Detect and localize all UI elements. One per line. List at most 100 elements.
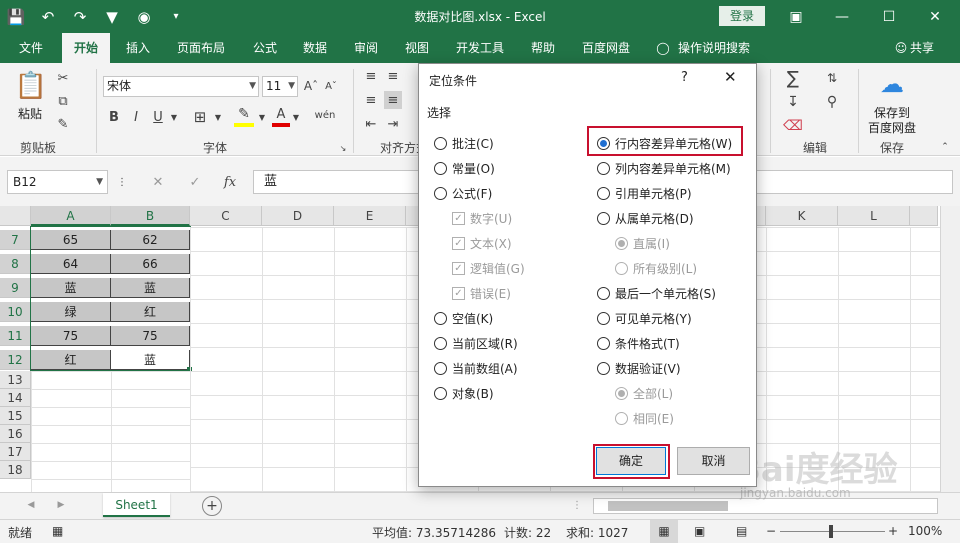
zoom-slider-thumb[interactable]: [829, 525, 833, 538]
row-header[interactable]: 17: [0, 443, 31, 461]
align-middle-icon[interactable]: ≡: [384, 67, 402, 85]
right-option[interactable]: 数据验证(V): [597, 360, 681, 377]
radio-button[interactable]: [434, 362, 447, 375]
radio-button[interactable]: [597, 362, 610, 375]
tab-developer[interactable]: 开发工具: [447, 33, 513, 63]
font-color-button[interactable]: A: [272, 105, 290, 127]
font-size-combo[interactable]: 11 ▼: [262, 76, 298, 97]
radio-button[interactable]: [597, 212, 610, 225]
radio-button[interactable]: [597, 337, 610, 350]
right-option[interactable]: 引用单元格(P): [597, 185, 692, 202]
cell-b9[interactable]: 蓝: [111, 278, 190, 298]
sort-filter-icon[interactable]: ⇅: [820, 67, 844, 89]
chevron-down-icon[interactable]: ▼: [290, 107, 302, 127]
row-header[interactable]: 11: [0, 326, 31, 346]
paste-label[interactable]: 粘贴: [18, 105, 42, 122]
increase-indent-icon[interactable]: ⇥: [384, 115, 402, 133]
help-icon[interactable]: ?: [681, 70, 688, 85]
left-option[interactable]: 空值(K): [434, 310, 493, 327]
page-break-view-icon[interactable]: ▤: [736, 524, 747, 538]
row-header[interactable]: 13: [0, 371, 31, 389]
maximize-icon[interactable]: ☐: [866, 0, 912, 33]
underline-button[interactable]: U: [150, 107, 166, 127]
right-option[interactable]: 从属单元格(D): [597, 210, 694, 227]
row-header[interactable]: 16: [0, 425, 31, 443]
fill-down-icon[interactable]: ↧: [782, 91, 804, 113]
tab-page-layout[interactable]: 页面布局: [168, 33, 234, 63]
cell-b7[interactable]: 62: [111, 230, 190, 250]
column-header[interactable]: B: [111, 206, 190, 226]
column-header[interactable]: L: [838, 206, 910, 226]
cell-a10[interactable]: 绿: [31, 302, 111, 322]
cell-a9[interactable]: 蓝: [31, 278, 111, 298]
cancel-icon[interactable]: ✕: [148, 172, 168, 192]
cell-a7[interactable]: 65: [31, 230, 111, 250]
column-header[interactable]: D: [262, 206, 334, 226]
horizontal-scrollbar[interactable]: [593, 498, 938, 514]
left-option[interactable]: 当前数组(A): [434, 360, 518, 377]
baidu-netdisk-label[interactable]: 百度网盘: [868, 119, 916, 136]
scrollbar-thumb[interactable]: [608, 501, 728, 511]
row-header[interactable]: 14: [0, 389, 31, 407]
select-all-corner[interactable]: [0, 206, 31, 226]
right-option[interactable]: 条件格式(T): [597, 335, 680, 352]
page-layout-view-icon[interactable]: ▣: [694, 524, 705, 538]
tab-home[interactable]: 开始: [62, 33, 110, 63]
share-user-icon[interactable]: ☺: [892, 33, 910, 63]
left-option[interactable]: 批注(C): [434, 135, 494, 152]
login-button[interactable]: 登录: [719, 6, 765, 26]
tab-view[interactable]: 视图: [395, 33, 439, 63]
increase-font-icon[interactable]: Aˆ: [302, 76, 320, 96]
fill-color-icon[interactable]: ✎: [234, 105, 254, 127]
left-option[interactable]: 当前区域(R): [434, 335, 518, 352]
radio-button[interactable]: [434, 337, 447, 350]
align-left-icon[interactable]: ≡: [362, 91, 380, 109]
sheet-tab-sheet1[interactable]: Sheet1: [103, 493, 170, 517]
paste-icon[interactable]: 📋: [15, 69, 47, 103]
italic-button[interactable]: I: [128, 107, 144, 127]
right-option[interactable]: 可见单元格(Y): [597, 310, 692, 327]
left-option[interactable]: 常量(O): [434, 160, 495, 177]
row-header[interactable]: 7: [0, 230, 31, 250]
share-button[interactable]: 共享: [910, 33, 940, 63]
decrease-font-icon[interactable]: Aˇ: [322, 76, 340, 96]
left-option[interactable]: 对象(B): [434, 385, 494, 402]
chevron-down-icon[interactable]: ▼: [256, 107, 268, 127]
tab-data[interactable]: 数据: [293, 33, 337, 63]
enter-icon[interactable]: ✓: [185, 172, 205, 192]
border-icon[interactable]: ⊞: [190, 107, 210, 127]
chevron-down-icon[interactable]: ▼: [168, 107, 180, 127]
cell-b11[interactable]: 75: [111, 326, 190, 346]
radio-button[interactable]: [597, 137, 610, 150]
minimize-icon[interactable]: —: [819, 0, 865, 33]
normal-view-icon[interactable]: ▦: [650, 520, 678, 543]
autosum-icon[interactable]: ∑: [782, 67, 804, 89]
tab-file[interactable]: 文件: [8, 33, 54, 63]
radio-button[interactable]: [434, 162, 447, 175]
column-header[interactable]: A: [31, 206, 111, 226]
right-option[interactable]: 列内容差异单元格(M): [597, 160, 731, 177]
left-option[interactable]: 公式(F): [434, 185, 492, 202]
radio-button[interactable]: [434, 387, 447, 400]
clear-icon[interactable]: ⌫: [782, 115, 804, 137]
close-icon[interactable]: ✕: [724, 68, 737, 86]
column-header[interactable]: E: [334, 206, 406, 226]
row-header[interactable]: 10: [0, 302, 31, 322]
radio-button[interactable]: [597, 187, 610, 200]
cancel-button[interactable]: 取消: [677, 447, 750, 475]
font-name-combo[interactable]: 宋体 ▼: [103, 76, 259, 97]
copy-icon[interactable]: ⧉: [54, 92, 72, 110]
radio-button[interactable]: [597, 162, 610, 175]
format-painter-icon[interactable]: ✎: [54, 115, 72, 133]
row-header[interactable]: 12: [0, 350, 31, 370]
radio-button[interactable]: [434, 137, 447, 150]
macro-record-icon[interactable]: ▦: [52, 524, 63, 538]
row-header[interactable]: 8: [0, 254, 31, 274]
radio-button[interactable]: [434, 187, 447, 200]
cut-icon[interactable]: ✂: [54, 69, 72, 87]
radio-button[interactable]: [434, 312, 447, 325]
align-top-icon[interactable]: ≡: [362, 67, 380, 85]
next-sheet-icon[interactable]: ▶: [54, 497, 68, 513]
row-header[interactable]: 15: [0, 407, 31, 425]
name-box[interactable]: B12 ▼: [7, 170, 108, 194]
